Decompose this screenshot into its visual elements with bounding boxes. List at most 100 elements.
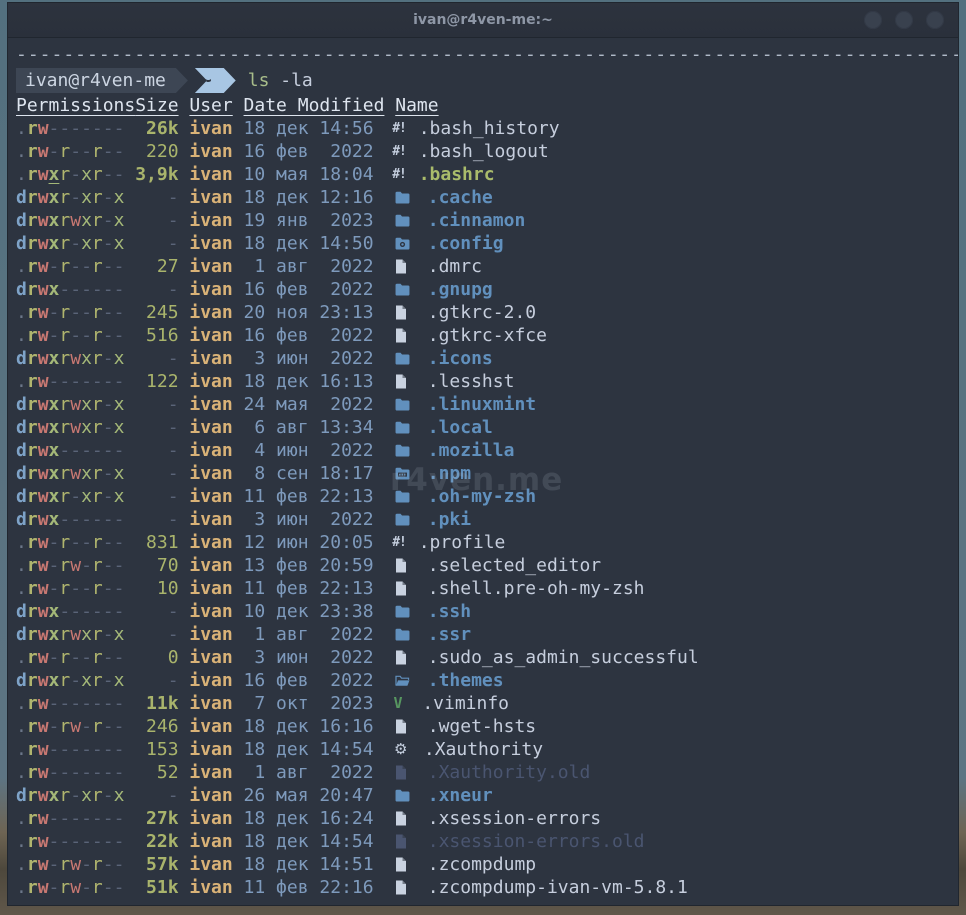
permissions-cell: .rw-r--r-- bbox=[16, 301, 135, 324]
user-cell: ivan bbox=[189, 508, 232, 531]
table-row: .rw-r--r--10ivan11 фев 22:13.shell.pre-o… bbox=[16, 577, 958, 600]
table-row: .rw-------27kivan18 дек 16:24.xsession-e… bbox=[16, 807, 958, 830]
titlebar[interactable]: ivan@r4ven-me:~ bbox=[8, 3, 958, 38]
folder-icon bbox=[395, 623, 417, 646]
user-cell: ivan bbox=[189, 715, 232, 738]
size-cell: 246 bbox=[135, 715, 178, 738]
folder-open-icon bbox=[395, 669, 417, 692]
user-cell: ivan bbox=[189, 439, 232, 462]
date-modified-cell: 18 дек 16:13 bbox=[244, 370, 385, 393]
document-icon bbox=[395, 324, 417, 347]
table-row: .rw-r--r--220ivan16 фев 2022#!.bash_logo… bbox=[16, 140, 958, 163]
date-modified-cell: 18 дек 16:24 bbox=[244, 807, 385, 830]
file-name: .cache bbox=[428, 186, 493, 209]
permissions-cell: .rw------- bbox=[16, 807, 135, 830]
date-modified-cell: 16 фев 2022 bbox=[244, 278, 385, 301]
size-cell: - bbox=[135, 278, 178, 301]
window-minimize-button[interactable] bbox=[864, 11, 882, 29]
size-cell: 22k bbox=[135, 830, 178, 853]
size-cell: 3,9k bbox=[135, 163, 178, 186]
file-name: .cinnamon bbox=[428, 209, 526, 232]
permissions-cell: .rw------- bbox=[16, 738, 135, 761]
user-cell: ivan bbox=[189, 232, 232, 255]
document-icon bbox=[395, 370, 417, 393]
user-cell: ivan bbox=[189, 577, 232, 600]
permissions-cell: .rw-r--r-- bbox=[16, 577, 135, 600]
window-maximize-button[interactable] bbox=[895, 11, 913, 29]
size-cell: - bbox=[135, 623, 178, 646]
file-name: .icons bbox=[428, 347, 493, 370]
user-cell: ivan bbox=[189, 623, 232, 646]
permissions-cell: .rw------- bbox=[16, 830, 135, 853]
table-row: drwxrwxr-x-ivan 6 авг 13:34.local bbox=[16, 416, 958, 439]
file-name: .xsession-errors.old bbox=[428, 830, 645, 853]
user-cell: ivan bbox=[189, 669, 232, 692]
header-date-modified: Date Modified bbox=[244, 94, 385, 117]
document-icon bbox=[395, 255, 417, 278]
table-row: drwxr-xr-x-ivan11 фев 22:13.oh-my-zsh bbox=[16, 485, 958, 508]
size-cell: 10 bbox=[135, 577, 178, 600]
size-cell: - bbox=[135, 232, 178, 255]
date-modified-cell: 8 сен 18:17 bbox=[244, 462, 385, 485]
size-cell: - bbox=[135, 209, 178, 232]
permissions-cell: drwx------ bbox=[16, 278, 135, 301]
date-modified-cell: 1 авг 2022 bbox=[244, 761, 385, 784]
permissions-cell: .rw------- bbox=[16, 692, 135, 715]
table-row: .rw-rw-r--70ivan13 фев 20:59.selected_ed… bbox=[16, 554, 958, 577]
file-name: .mozilla bbox=[428, 439, 515, 462]
command-args: -la bbox=[269, 70, 312, 91]
user-cell: ivan bbox=[189, 738, 232, 761]
table-row: .rw-r--r--27ivan 1 авг 2022.dmrc bbox=[16, 255, 958, 278]
window-close-button[interactable] bbox=[926, 11, 944, 29]
document-icon bbox=[395, 876, 417, 899]
user-cell: ivan bbox=[189, 876, 232, 899]
table-row: drwxr-xr-x-ivan18 дек 12:16.cache bbox=[16, 186, 958, 209]
table-row: .rw-------22kivan18 дек 14:54.xsession-e… bbox=[16, 830, 958, 853]
file-name: .gtkrc-xfce bbox=[428, 324, 547, 347]
folder-icon bbox=[395, 186, 417, 209]
date-modified-cell: 1 авг 2022 bbox=[244, 623, 385, 646]
date-modified-cell: 13 фев 20:59 bbox=[244, 554, 385, 577]
file-name: .lesshst bbox=[428, 370, 515, 393]
file-name: .xsession-errors bbox=[428, 807, 601, 830]
header-name: Name bbox=[395, 94, 438, 117]
file-name: .config bbox=[428, 232, 504, 255]
terminal-content[interactable]: ----------------------------------------… bbox=[8, 38, 958, 899]
permissions-cell: drwxr-xr-x bbox=[16, 669, 135, 692]
size-cell: 57k bbox=[135, 853, 178, 876]
folder-icon bbox=[395, 508, 417, 531]
user-cell: ivan bbox=[189, 324, 232, 347]
user-cell: ivan bbox=[189, 163, 232, 186]
user-cell: ivan bbox=[189, 416, 232, 439]
permissions-cell: .rw-r--r-- bbox=[16, 140, 135, 163]
terminal-window: ivan@r4ven-me:~ ------------------------… bbox=[8, 3, 958, 905]
table-row: .rw-r--r--0ivan 3 июн 2022.sudo_as_admin… bbox=[16, 646, 958, 669]
header-permissions: Permissions bbox=[16, 94, 135, 117]
date-modified-cell: 26 мая 20:47 bbox=[244, 784, 385, 807]
table-row: drwxrwxr-x-ivan24 мая 2022.linuxmint bbox=[16, 393, 958, 416]
user-cell: ivan bbox=[189, 830, 232, 853]
desktop-background: ivan@r4ven-me:~ ------------------------… bbox=[0, 0, 966, 915]
folder-icon bbox=[395, 209, 417, 232]
date-modified-cell: 18 дек 16:16 bbox=[244, 715, 385, 738]
table-row: .rw-------26kivan18 дек 14:56#!.bash_his… bbox=[16, 117, 958, 140]
table-row: drwxrwxr-x-ivan 8 сен 18:17.npm bbox=[16, 462, 958, 485]
table-row: .rw-rw-r--51kivan11 фев 22:16.zcompdump-… bbox=[16, 876, 958, 899]
table-row: drwxrwxr-x-ivan 3 июн 2022.icons bbox=[16, 347, 958, 370]
shebang-icon: #! bbox=[392, 140, 408, 163]
size-cell: - bbox=[135, 393, 178, 416]
size-cell: - bbox=[135, 600, 178, 623]
document-icon bbox=[395, 301, 417, 324]
file-list: .rw-------26kivan18 дек 14:56#!.bash_his… bbox=[16, 117, 958, 899]
folder-config-icon bbox=[395, 232, 417, 255]
size-cell: - bbox=[135, 439, 178, 462]
permissions-cell: drwx------ bbox=[16, 508, 135, 531]
permissions-cell: .rw------- bbox=[16, 117, 135, 140]
folder-icon bbox=[395, 439, 417, 462]
permissions-cell: drwx------ bbox=[16, 600, 135, 623]
file-name: .selected_editor bbox=[428, 554, 601, 577]
date-modified-cell: 24 мая 2022 bbox=[244, 393, 385, 416]
file-name: .oh-my-zsh bbox=[428, 485, 536, 508]
table-row: drwx-------ivan 4 июн 2022.mozilla bbox=[16, 439, 958, 462]
permissions-cell: .rw-rw-r-- bbox=[16, 853, 135, 876]
